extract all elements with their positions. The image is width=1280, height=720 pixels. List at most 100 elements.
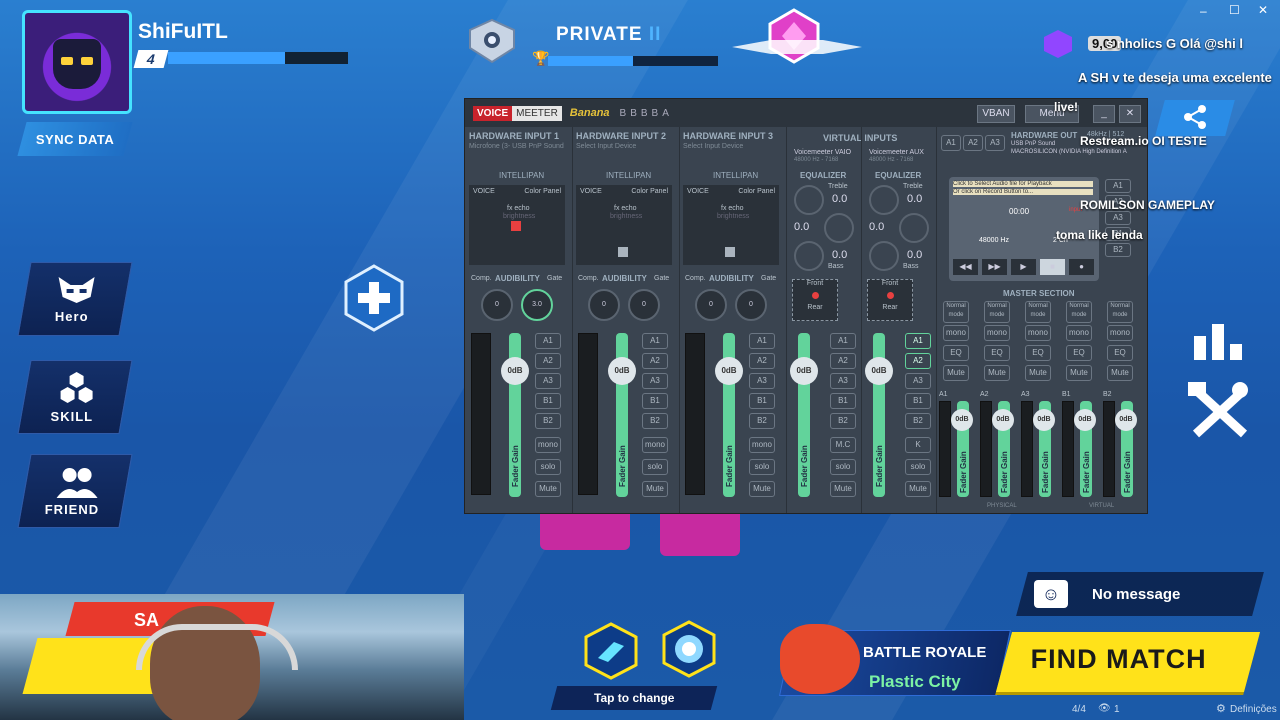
position-dot[interactable] bbox=[886, 292, 894, 299]
mute-button[interactable]: Mute bbox=[642, 481, 668, 497]
mid-knob[interactable] bbox=[824, 213, 854, 243]
bus-mode-button[interactable]: Normal mode bbox=[1025, 301, 1051, 323]
master-fader-knob[interactable]: 0dB bbox=[951, 409, 973, 431]
fader-knob[interactable]: 0dB bbox=[865, 357, 893, 385]
bus-button-a3[interactable]: A3 bbox=[642, 373, 668, 389]
mute-button[interactable]: Mute bbox=[749, 481, 775, 497]
fader-knob[interactable]: 0dB bbox=[715, 357, 743, 385]
master-bus-a1[interactable]: Normal mode mono EQ Mute A1 0dB Fader Gain bbox=[939, 299, 975, 513]
eq-button[interactable]: EQ bbox=[1107, 345, 1133, 361]
mute-button[interactable]: Mute bbox=[535, 481, 561, 497]
side-menu-hero[interactable]: Hero bbox=[17, 262, 133, 336]
solo-button[interactable]: solo bbox=[830, 459, 856, 475]
bus-button-a3[interactable]: A3 bbox=[905, 373, 931, 389]
fast-forward-button[interactable]: ▶▶ bbox=[982, 259, 1007, 275]
comp-knob[interactable]: 0 bbox=[588, 289, 620, 321]
bus-button-b1[interactable]: B1 bbox=[535, 393, 561, 409]
pan-cursor[interactable] bbox=[511, 221, 521, 231]
bus-mode-button[interactable]: Normal mode bbox=[943, 301, 969, 323]
bus-button-b1[interactable]: B1 bbox=[830, 393, 856, 409]
mono-button[interactable]: mono bbox=[1025, 325, 1051, 341]
leaderboard-icon[interactable] bbox=[1192, 322, 1248, 360]
bus-button-a1[interactable]: A1 bbox=[535, 333, 561, 349]
eq-button[interactable]: EQ bbox=[1025, 345, 1051, 361]
virtual-input-strip-1[interactable]: Voicemeeter VAIO 48000 Hz - 7168 EQUALIZER… bbox=[786, 127, 862, 513]
bus-button-a2[interactable]: A2 bbox=[830, 353, 856, 369]
sync-data-button[interactable]: SYNC DATA bbox=[17, 122, 133, 156]
master-fader-knob[interactable]: 0dB bbox=[992, 409, 1014, 431]
positioning-panel[interactable]: Front Rear bbox=[867, 279, 913, 321]
master-fader-knob[interactable]: 0dB bbox=[1074, 409, 1096, 431]
player-avatar[interactable] bbox=[22, 10, 132, 114]
bus-button-b2[interactable]: B2 bbox=[642, 413, 668, 429]
master-bus-b1[interactable]: Normal mode mono EQ Mute B1 0dB Fader Gain bbox=[1062, 299, 1098, 513]
solo-button[interactable]: solo bbox=[642, 459, 668, 475]
rewind-button[interactable]: ◀◀ bbox=[953, 259, 978, 275]
strip-title[interactable]: HARDWARE INPUT 1 bbox=[469, 131, 572, 141]
mono-button[interactable]: mono bbox=[1107, 325, 1133, 341]
hardware-input-strip-3[interactable]: HARDWARE INPUT 3 Select Input Device INTEL… bbox=[679, 127, 787, 513]
record-button[interactable]: ● bbox=[1069, 259, 1094, 275]
strip-title[interactable]: HARDWARE INPUT 2 bbox=[576, 131, 679, 141]
mute-button[interactable]: Mute bbox=[905, 481, 931, 497]
vm-minimize-button[interactable]: _ bbox=[1093, 105, 1115, 123]
intellipan-panel[interactable]: VOICE Color Panel fx echo brightness bbox=[576, 185, 672, 265]
mono-button[interactable]: mono bbox=[984, 325, 1010, 341]
intellipan-panel[interactable]: VOICE Color Panel fx echo brightness bbox=[469, 185, 565, 265]
bus-button-b1[interactable]: B1 bbox=[905, 393, 931, 409]
settings-gear-icon[interactable]: ⚙ bbox=[1216, 702, 1226, 715]
maximize-button[interactable]: ☐ bbox=[1229, 3, 1240, 17]
hardware-input-strip-2[interactable]: HARDWARE INPUT 2 Select Input Device INTEL… bbox=[572, 127, 680, 513]
positioning-panel[interactable]: Front Rear bbox=[792, 279, 838, 321]
stop-button[interactable]: ■ bbox=[1040, 259, 1065, 275]
virtual-input-strip-2[interactable]: Voicemeeter AUX 48000 Hz - 7168 EQUALIZER T… bbox=[861, 127, 937, 513]
gate-knob[interactable]: 0 bbox=[628, 289, 660, 321]
mute-button[interactable]: Mute bbox=[943, 365, 969, 381]
solo-button[interactable]: solo bbox=[905, 459, 931, 475]
bus-button-a1[interactable]: A1 bbox=[830, 333, 856, 349]
settings-label[interactable]: Definições bbox=[1230, 704, 1277, 715]
pan-cursor[interactable] bbox=[725, 247, 735, 257]
find-match-button[interactable]: FIND MATCH bbox=[995, 632, 1261, 692]
bus-button-a2[interactable]: A2 bbox=[905, 353, 931, 369]
hardware-input-strip-1[interactable]: HARDWARE INPUT 1 Microfone (3- USB PnP So… bbox=[465, 127, 573, 513]
mono-button[interactable]: mono bbox=[943, 325, 969, 341]
bus-button-a3[interactable]: A3 bbox=[749, 373, 775, 389]
eq-button[interactable]: EQ bbox=[1066, 345, 1092, 361]
mono-button[interactable]: mono bbox=[749, 437, 775, 453]
gem-icon[interactable] bbox=[766, 8, 822, 64]
bass-knob[interactable] bbox=[869, 241, 899, 271]
fader-knob[interactable]: 0dB bbox=[501, 357, 529, 385]
mono-button[interactable]: mono bbox=[535, 437, 561, 453]
gate-knob[interactable]: 0 bbox=[735, 289, 767, 321]
comp-knob[interactable]: 0 bbox=[481, 289, 513, 321]
master-bus-a3[interactable]: Normal mode mono EQ Mute A3 0dB Fader Gain bbox=[1021, 299, 1057, 513]
mute-button[interactable]: Mute bbox=[830, 481, 856, 497]
tools-icon[interactable] bbox=[1188, 382, 1252, 440]
hw-out-a1-button[interactable]: A1 bbox=[941, 135, 961, 151]
hw-out-a2-button[interactable]: A2 bbox=[963, 135, 983, 151]
strip-title[interactable]: HARDWARE INPUT 3 bbox=[683, 131, 786, 141]
strip-device[interactable]: Select Input Device bbox=[683, 143, 786, 150]
bus-button-b2[interactable]: B2 bbox=[905, 413, 931, 429]
bus-button-b1[interactable]: B1 bbox=[642, 393, 668, 409]
strip-device[interactable]: Microfone (3- USB PnP Sound bbox=[469, 143, 572, 150]
bus-mode-button[interactable]: Normal mode bbox=[984, 301, 1010, 323]
bus-mode-button[interactable]: Normal mode bbox=[1107, 301, 1133, 323]
bus-mode-button[interactable]: Normal mode bbox=[1066, 301, 1092, 323]
bus-button-b2[interactable]: B2 bbox=[749, 413, 775, 429]
bass-knob[interactable] bbox=[794, 241, 824, 271]
voicemeeter-window[interactable]: VOICE MEETER Banana BBBBA VBAN Menu _ ✕ … bbox=[464, 98, 1148, 514]
mono-button[interactable]: mono bbox=[1066, 325, 1092, 341]
intellipan-panel[interactable]: VOICE Color Panel fx echo brightness bbox=[683, 185, 779, 265]
fader-knob[interactable]: 0dB bbox=[790, 357, 818, 385]
gate-knob[interactable]: 3.0 bbox=[521, 289, 553, 321]
vm-close-button[interactable]: ✕ bbox=[1119, 105, 1141, 123]
bus-button-a2[interactable]: A2 bbox=[642, 353, 668, 369]
bus-button-a1[interactable]: A1 bbox=[642, 333, 668, 349]
eq-button[interactable]: EQ bbox=[984, 345, 1010, 361]
side-menu-skill[interactable]: SKILL bbox=[17, 360, 133, 434]
bus-button-a2[interactable]: A2 bbox=[535, 353, 561, 369]
bus-button-a1[interactable]: A1 bbox=[905, 333, 931, 349]
add-plus-icon[interactable] bbox=[343, 264, 405, 332]
